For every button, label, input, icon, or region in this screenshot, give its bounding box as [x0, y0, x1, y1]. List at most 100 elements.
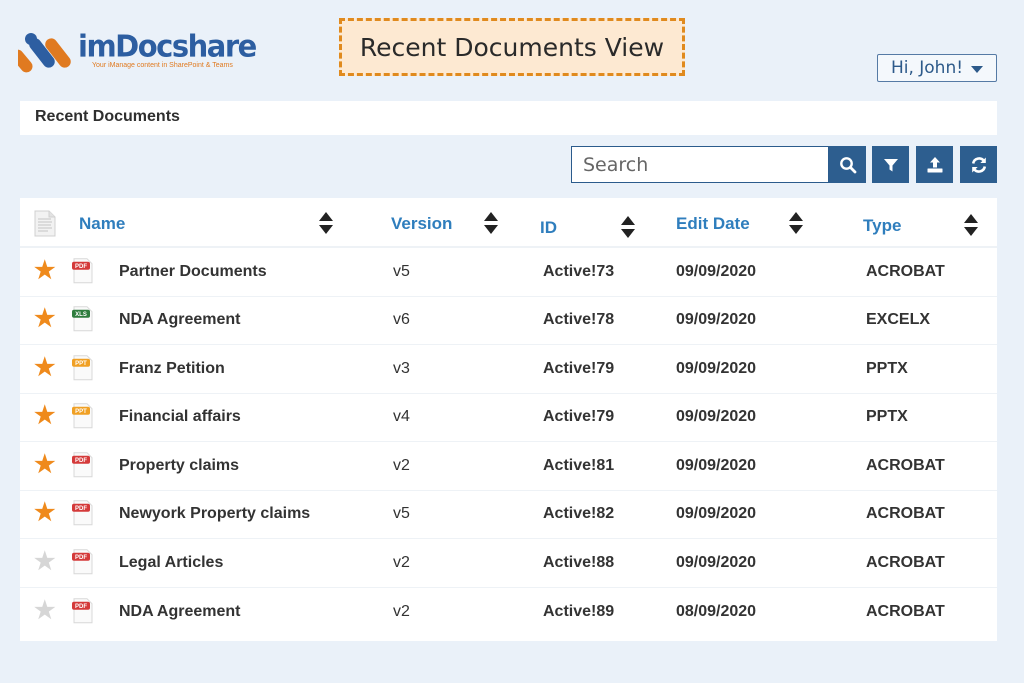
favorite-star-icon[interactable]: ★ [34, 452, 56, 477]
column-header-version[interactable]: Version [391, 214, 452, 234]
document-type: ACROBAT [866, 456, 945, 474]
document-type: ACROBAT [866, 262, 945, 280]
search-field[interactable] [571, 146, 829, 183]
view-title: Recent Documents View [359, 32, 665, 62]
document-name[interactable]: Legal Articles [119, 554, 223, 572]
table-row[interactable]: ★ PDF Property claims v2 Active!81 09/09… [20, 442, 997, 491]
svg-text:PPT: PPT [75, 409, 87, 415]
document-name[interactable]: Newyork Property claims [119, 505, 310, 523]
pdf-file-icon: PDF [72, 548, 94, 574]
search-icon [839, 156, 856, 173]
document-name[interactable]: Partner Documents [119, 263, 267, 281]
svg-text:PDF: PDF [75, 506, 87, 512]
table-row[interactable]: ★ PDF NDA Agreement v2 Active!89 08/09/2… [20, 588, 997, 637]
refresh-button[interactable] [960, 146, 997, 183]
table-row[interactable]: ★ PDF Newyork Property claims v5 Active!… [20, 491, 997, 539]
document-name[interactable]: Financial affairs [119, 408, 241, 426]
favorite-star-icon[interactable]: ★ [34, 598, 56, 623]
ppt-file-icon: PPT [72, 354, 94, 380]
document-type: PPTX [866, 408, 908, 426]
table-row[interactable]: ★ XLS NDA Agreement v6 Active!78 09/09/2… [20, 297, 997, 345]
favorite-star-icon[interactable]: ★ [34, 501, 56, 525]
search-button[interactable] [829, 146, 866, 183]
document-type: PPTX [866, 359, 908, 377]
document-version: v6 [393, 311, 410, 329]
svg-text:PPT: PPT [75, 361, 87, 367]
table-row[interactable]: ★ PPT Franz Petition v3 Active!79 09/09/… [20, 345, 997, 394]
document-name[interactable]: Property claims [119, 457, 239, 475]
document-id: Active!89 [543, 602, 615, 620]
document-id: Active!73 [543, 262, 615, 280]
document-type: ACROBAT [866, 602, 945, 620]
document-id: Active!81 [543, 456, 615, 474]
search-input[interactable] [583, 153, 828, 176]
document-id: Active!82 [543, 505, 615, 523]
document-edit-date: 09/09/2020 [676, 311, 757, 329]
favorite-star-icon[interactable]: ★ [34, 404, 56, 428]
xls-file-icon: XLS [72, 306, 94, 332]
document-type: ACROBAT [866, 553, 945, 571]
svg-text:PDF: PDF [75, 458, 87, 464]
caret-down-icon [971, 65, 984, 73]
column-header-edit-date[interactable]: Edit Date [676, 214, 750, 234]
upload-button[interactable] [916, 146, 953, 183]
sort-type-icon[interactable] [964, 213, 978, 237]
sort-edit-date-icon[interactable] [789, 211, 803, 235]
column-header-name[interactable]: Name [79, 214, 125, 234]
logo: imDocshare Your iManage content in Share… [11, 28, 257, 74]
section-header: Recent Documents [20, 101, 997, 135]
sort-id-icon[interactable] [621, 215, 635, 239]
user-greeting: Hi, John! [890, 58, 964, 78]
view-title-banner: Recent Documents View [339, 18, 685, 76]
upload-icon [927, 156, 942, 172]
document-id: Active!79 [543, 408, 615, 426]
favorite-star-icon[interactable]: ★ [34, 258, 56, 283]
document-version: v4 [393, 408, 410, 426]
pdf-file-icon: PDF [72, 597, 94, 623]
document-icon [34, 210, 56, 237]
document-name[interactable]: NDA Agreement [119, 603, 241, 621]
document-version: v3 [393, 359, 410, 377]
svg-text:PDF: PDF [75, 604, 87, 610]
brand-name: imDocshare [78, 28, 257, 64]
document-edit-date: 09/09/2020 [676, 262, 757, 280]
ppt-file-icon: PPT [72, 403, 94, 429]
column-header-type[interactable]: Type [863, 216, 901, 236]
logo-mark-icon [11, 30, 74, 74]
document-type: EXCELX [866, 311, 931, 329]
table-header: Name Version ID Edit Date Type [20, 198, 997, 248]
document-edit-date: 08/09/2020 [676, 602, 757, 620]
table-row[interactable]: ★ PPT Financial affairs v4 Active!79 09/… [20, 394, 997, 442]
table-row[interactable]: ★ PDF Legal Articles v2 Active!88 09/09/… [20, 539, 997, 588]
table-body: ★ PDF Partner Documents v5 Active!73 09/… [20, 248, 997, 636]
document-name[interactable]: Franz Petition [119, 360, 225, 378]
favorite-star-icon[interactable]: ★ [34, 355, 56, 380]
pdf-file-icon: PDF [72, 257, 94, 283]
svg-text:XLS: XLS [75, 312, 87, 318]
favorite-star-icon[interactable]: ★ [34, 549, 56, 574]
document-id: Active!88 [543, 553, 615, 571]
favorite-star-icon[interactable]: ★ [34, 307, 56, 331]
pdf-file-icon: PDF [72, 451, 94, 477]
document-version: v2 [393, 456, 410, 474]
document-id: Active!79 [543, 359, 615, 377]
document-type: ACROBAT [866, 505, 945, 523]
filter-icon [883, 158, 898, 171]
document-edit-date: 09/09/2020 [676, 505, 757, 523]
document-version: v5 [393, 505, 410, 523]
section-title: Recent Documents [35, 108, 180, 125]
document-name[interactable]: NDA Agreement [119, 311, 241, 329]
svg-text:PDF: PDF [75, 555, 87, 561]
svg-text:PDF: PDF [75, 264, 87, 270]
table-row[interactable]: ★ PDF Partner Documents v5 Active!73 09/… [20, 248, 997, 297]
document-edit-date: 09/09/2020 [676, 408, 757, 426]
user-menu-button[interactable]: Hi, John! [877, 54, 997, 82]
document-edit-date: 09/09/2020 [676, 553, 757, 571]
sort-name-icon[interactable] [319, 211, 333, 235]
documents-table: Name Version ID Edit Date Type ★ PDF Par… [20, 198, 997, 641]
sort-version-icon[interactable] [484, 211, 498, 235]
document-edit-date: 09/09/2020 [676, 359, 757, 377]
refresh-icon [971, 156, 986, 173]
filter-button[interactable] [872, 146, 909, 183]
column-header-id[interactable]: ID [540, 218, 557, 238]
